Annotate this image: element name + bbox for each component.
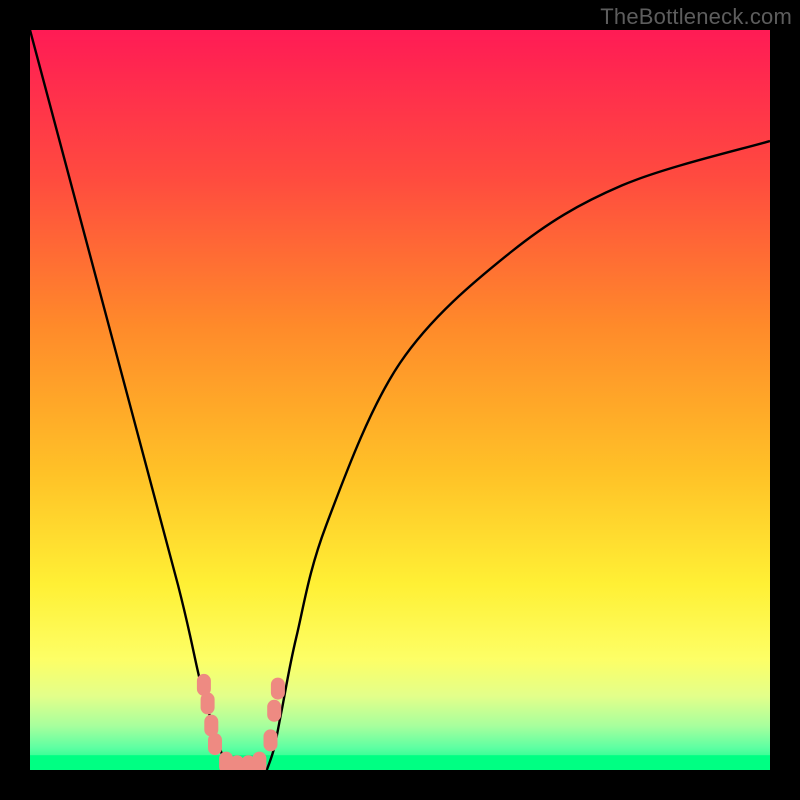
plot-area: [30, 30, 770, 770]
green-band: [30, 755, 770, 770]
gradient-background: [30, 30, 770, 770]
data-marker: [267, 700, 281, 722]
watermark-text: TheBottleneck.com: [600, 4, 792, 30]
data-marker: [264, 729, 278, 751]
data-marker: [201, 692, 215, 714]
plot-svg: [30, 30, 770, 770]
chart-frame: TheBottleneck.com: [0, 0, 800, 800]
data-marker: [208, 733, 222, 755]
data-marker: [271, 678, 285, 700]
data-marker: [252, 752, 266, 770]
